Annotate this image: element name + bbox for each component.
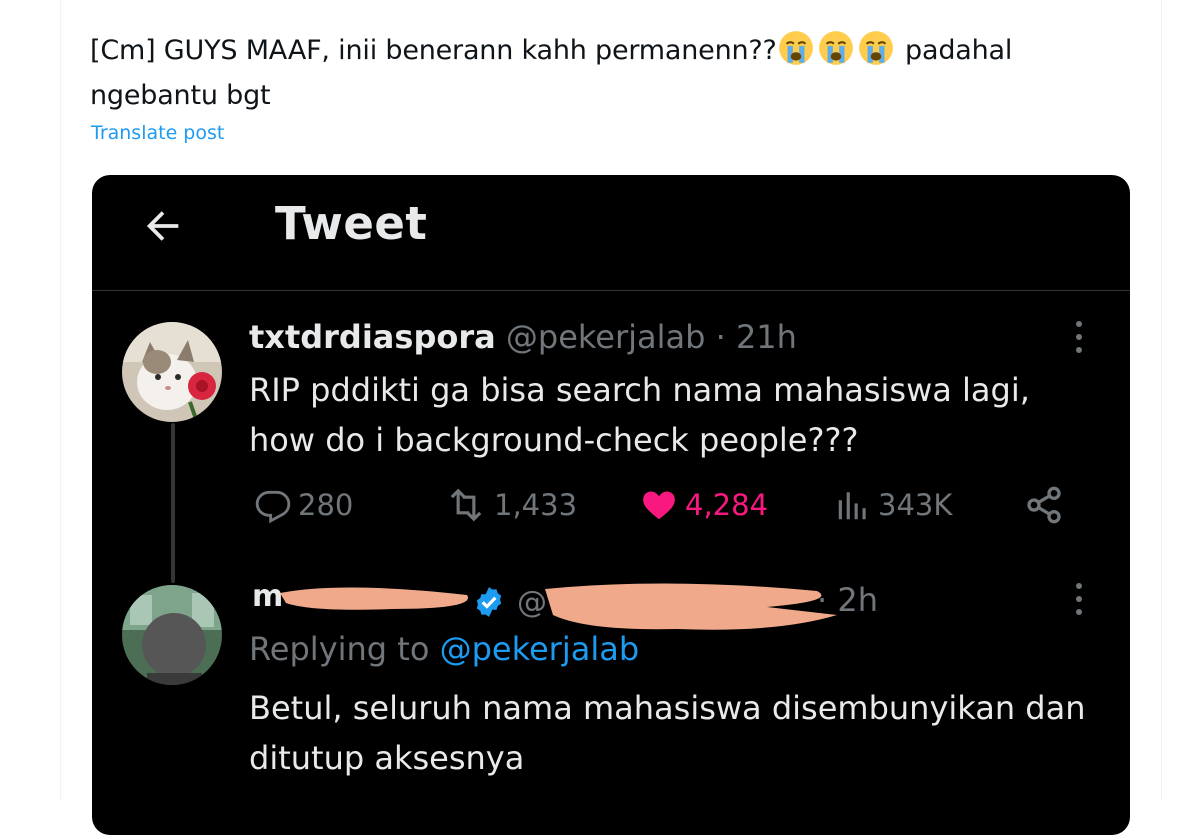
share-icon xyxy=(1027,486,1061,524)
post-text: [Cm] GUYS MAAF, inii benerann kahh perma… xyxy=(90,28,1090,118)
reply-button[interactable]: 280 xyxy=(254,480,353,530)
retweet-icon xyxy=(450,488,482,522)
retweet-count: 1,433 xyxy=(494,488,578,522)
screenshot-header: Tweet xyxy=(92,175,1130,290)
tweet-time[interactable]: 21h xyxy=(736,318,797,356)
avatar-blurred xyxy=(122,585,222,685)
redacted-display-name: m xyxy=(252,579,469,614)
thread-connector-line xyxy=(171,423,175,583)
svg-text:m: m xyxy=(252,579,283,614)
verified-badge-icon xyxy=(476,587,502,617)
redacted-handle: @ xyxy=(517,583,837,630)
retweet-button[interactable]: 1,433 xyxy=(444,480,577,530)
tweet-header: txtdrdiaspora @pekerjalab · 21h xyxy=(249,318,797,356)
avatar xyxy=(122,322,222,422)
loudly-crying-face-icon xyxy=(858,31,893,65)
display-name[interactable]: txtdrdiaspora xyxy=(249,318,496,356)
embedded-tweet-screenshot[interactable]: Tweet txtdrdiaspora @pekerjalab · 21h RI… xyxy=(92,175,1130,835)
tweet-time[interactable]: · 2h xyxy=(817,581,878,619)
loudly-crying-face-icon xyxy=(778,31,813,65)
blurred-avatar-image xyxy=(122,585,222,685)
translate-post-link[interactable]: Translate post xyxy=(91,122,224,144)
header-divider xyxy=(92,290,1130,291)
like-count: 4,284 xyxy=(685,488,769,522)
user-handle[interactable]: @pekerjalab xyxy=(506,318,706,356)
views-count: 343K xyxy=(878,488,953,522)
replying-to: Replying to @pekerjalab xyxy=(249,630,639,668)
views-button[interactable]: 343K xyxy=(834,480,952,530)
views-chart-icon xyxy=(838,492,866,520)
back-arrow-icon xyxy=(146,211,179,241)
separator-dot: · xyxy=(705,318,736,356)
share-button[interactable] xyxy=(1024,480,1070,530)
reply-icon xyxy=(255,490,291,524)
post-text-main: [Cm] GUYS MAAF, inii benerann kahh perma… xyxy=(90,35,777,66)
tweet-body: RIP pddikti ga bisa search nama mahasisw… xyxy=(249,371,1030,459)
screenshot-page-title: Tweet xyxy=(275,197,428,250)
loudly-crying-face-icon xyxy=(818,31,853,65)
tweet-actions: 280 1,433 4,284 343K xyxy=(249,480,1069,530)
more-options-icon[interactable] xyxy=(1074,319,1084,355)
timeline-border-right xyxy=(1161,0,1162,800)
more-options-icon[interactable] xyxy=(1074,581,1084,617)
like-button[interactable]: 4,284 xyxy=(639,480,768,530)
reply-count: 280 xyxy=(298,488,354,522)
timeline-border-left xyxy=(60,0,61,800)
mention-link[interactable]: @pekerjalab xyxy=(440,630,640,668)
replying-to-label: Replying to xyxy=(249,630,440,668)
tweet-body: Betul, seluruh nama mahasiswa disembunyi… xyxy=(249,689,1086,777)
heart-icon xyxy=(643,491,675,520)
svg-text:@: @ xyxy=(517,585,547,620)
cat-avatar-image xyxy=(122,322,222,422)
